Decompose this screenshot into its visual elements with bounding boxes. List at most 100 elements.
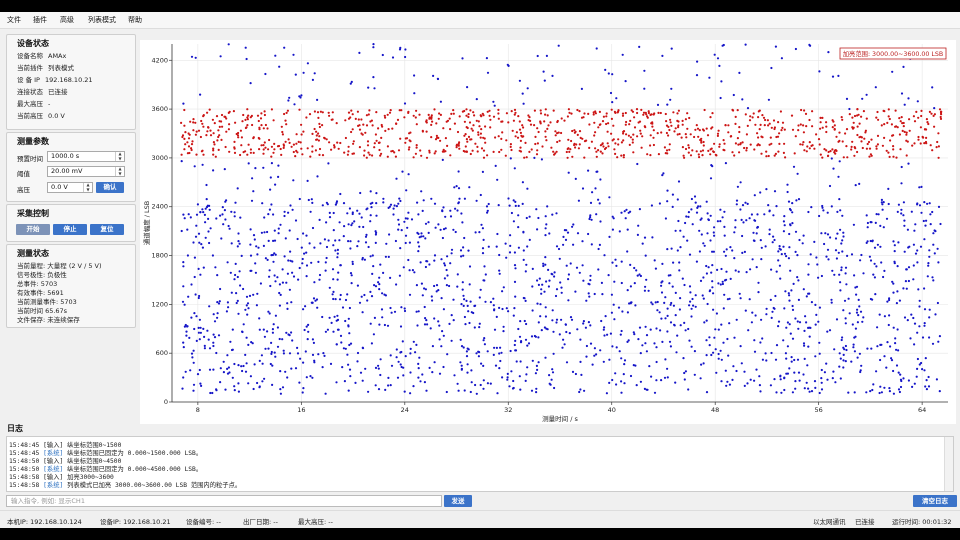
data-point (520, 340, 523, 343)
data-point (315, 138, 318, 141)
command-input[interactable]: 输入指令, 例如: 显示CH1 (6, 495, 442, 507)
data-point (803, 387, 806, 390)
data-point (516, 136, 520, 139)
data-point (229, 340, 232, 343)
data-point (481, 252, 485, 255)
data-point (663, 146, 667, 149)
data-point (347, 317, 350, 320)
data-point (693, 135, 696, 139)
data-point (356, 360, 359, 363)
hv-spinbox[interactable]: 0.0 V ▲ ▼ (47, 182, 93, 193)
data-point (515, 360, 518, 363)
data-point (790, 360, 793, 363)
menu-file[interactable]: 文件 (7, 15, 21, 25)
log-scrollbar[interactable] (944, 437, 953, 491)
data-point (180, 160, 183, 163)
data-point (369, 290, 372, 293)
menu-list-mode[interactable]: 列表模式 (88, 15, 116, 25)
data-point (420, 232, 423, 235)
data-point (861, 320, 864, 323)
menu-advanced[interactable]: 高级 (60, 15, 74, 25)
data-point (774, 294, 777, 298)
data-point (687, 151, 690, 154)
data-point (375, 192, 378, 195)
data-point (821, 126, 824, 129)
data-point (582, 116, 585, 119)
data-point (404, 48, 407, 51)
preset-time-spinbox[interactable]: 1000.0 s ▲ ▼ (47, 151, 125, 162)
data-point (337, 271, 340, 274)
data-point (295, 142, 298, 145)
data-point (710, 271, 713, 274)
data-point (835, 257, 839, 260)
data-point (892, 369, 895, 373)
data-point (348, 306, 351, 310)
data-point (628, 302, 631, 305)
data-point (357, 118, 360, 121)
data-point (729, 135, 732, 138)
data-point (262, 152, 265, 155)
data-point (912, 278, 915, 281)
data-point (940, 113, 943, 116)
data-point (481, 170, 484, 173)
data-point (820, 381, 823, 384)
data-point (408, 269, 411, 272)
data-point (809, 44, 812, 47)
data-point (623, 363, 626, 366)
spin-arrows-icon[interactable]: ▲ ▼ (83, 182, 92, 192)
data-point (456, 130, 460, 134)
data-point (712, 292, 715, 295)
data-point (726, 337, 729, 341)
data-point (781, 121, 785, 124)
data-point (360, 216, 363, 219)
start-button[interactable]: 开始 (16, 224, 50, 235)
menu-plugin[interactable]: 插件 (33, 15, 47, 25)
data-point (732, 365, 735, 368)
data-point (543, 290, 546, 293)
data-point (770, 316, 773, 319)
data-point (233, 215, 236, 218)
data-point (466, 347, 469, 350)
data-point (725, 248, 728, 251)
data-point (633, 333, 636, 336)
data-point (203, 213, 206, 216)
spin-arrows-icon[interactable]: ▲ ▼ (115, 166, 124, 176)
data-point (765, 307, 768, 310)
data-point (683, 156, 686, 159)
data-point (317, 139, 320, 142)
clear-log-button[interactable]: 清空日志 (913, 495, 957, 507)
menu-help[interactable]: 帮助 (128, 15, 142, 25)
confirm-button[interactable]: 确认 (96, 182, 124, 193)
data-point (574, 372, 577, 376)
send-button[interactable]: 发送 (444, 495, 472, 507)
log-panel[interactable]: 15:48:45 [输入] 纵坐标范围0~1500 15:48:45 [系统] … (6, 436, 954, 492)
spin-arrows-icon[interactable]: ▲ ▼ (115, 151, 124, 161)
data-point (759, 390, 762, 393)
data-point (722, 307, 725, 310)
data-point (765, 359, 768, 362)
data-point (801, 143, 804, 146)
data-point (796, 276, 799, 279)
data-point (752, 231, 755, 234)
data-point (276, 345, 280, 348)
data-point (525, 216, 528, 220)
threshold-spinbox[interactable]: 20.00 mV ▲ ▼ (47, 166, 125, 177)
data-point (281, 130, 284, 134)
data-point (389, 384, 392, 387)
data-point (535, 208, 538, 211)
data-point (898, 133, 902, 136)
data-point (482, 379, 485, 382)
data-point (607, 274, 610, 277)
data-point (206, 111, 209, 114)
stop-button[interactable]: 停止 (53, 224, 87, 235)
data-point (565, 150, 568, 154)
data-point (208, 347, 212, 350)
data-point (678, 132, 681, 136)
data-point (250, 269, 253, 272)
data-point (394, 239, 397, 243)
reset-button[interactable]: 复位 (90, 224, 124, 235)
data-point (900, 92, 904, 95)
data-point (895, 156, 898, 159)
data-point (656, 300, 659, 304)
data-point (862, 316, 865, 319)
